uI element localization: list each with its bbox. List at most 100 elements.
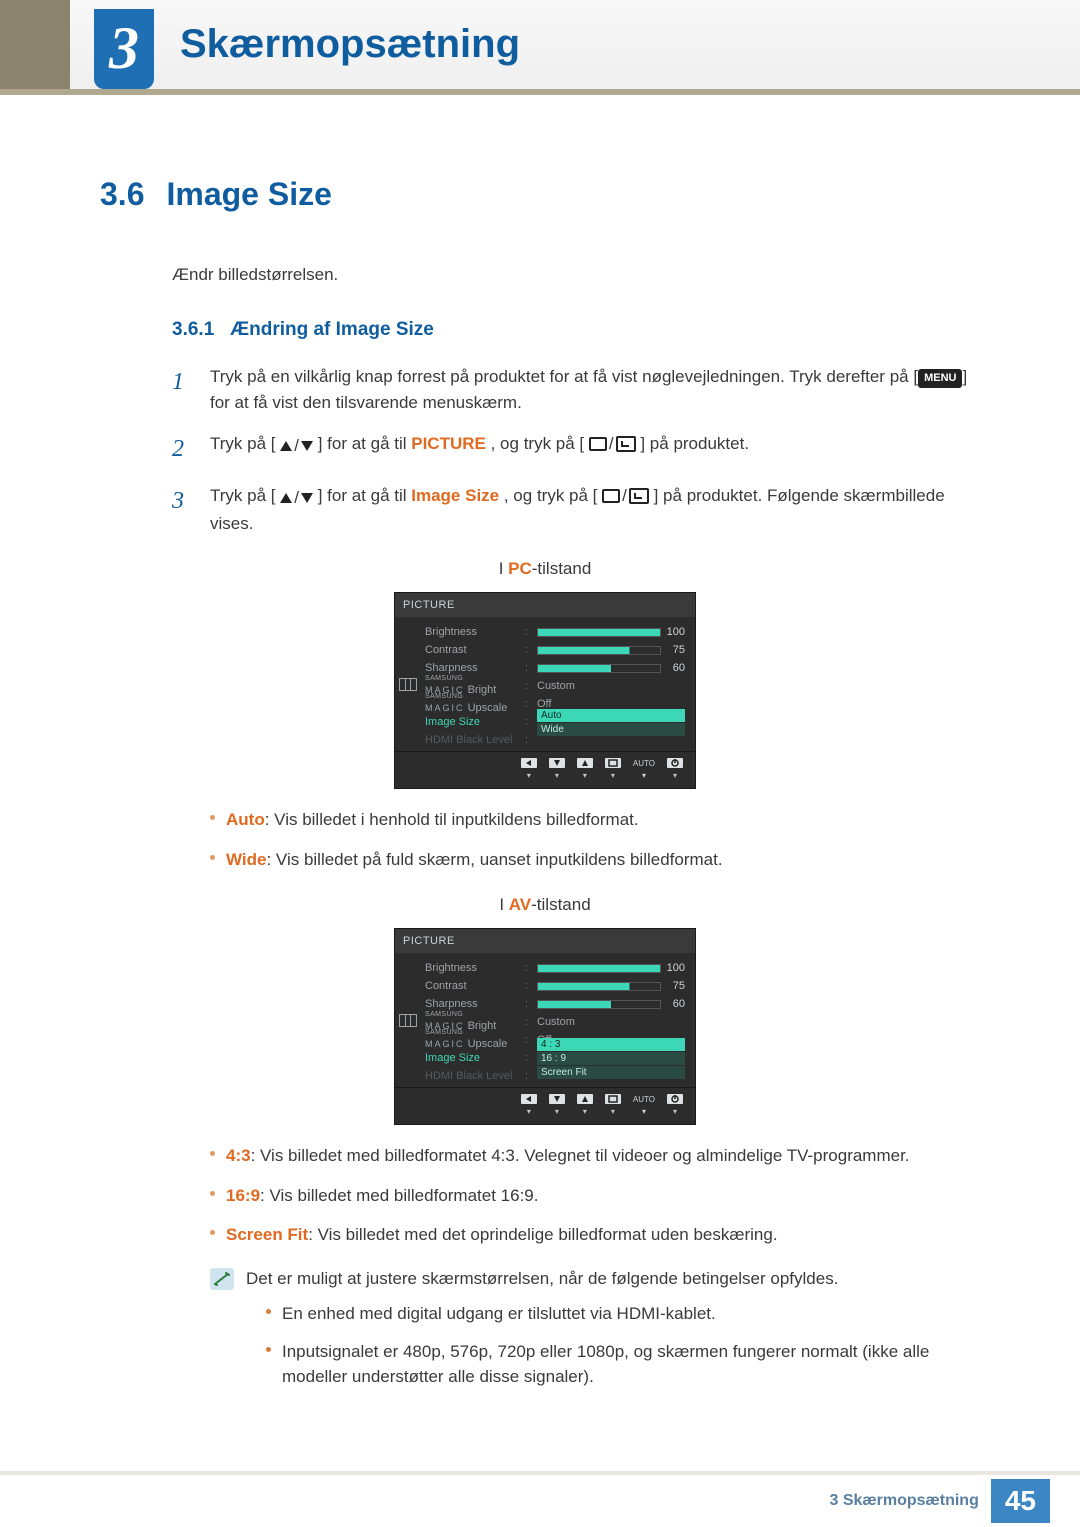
- step-3-mid2: , og tryk på [: [504, 486, 598, 505]
- step-2-post: ] på produktet.: [640, 434, 749, 453]
- note-icon: [210, 1268, 234, 1290]
- osd-value: Custom: [537, 1014, 685, 1031]
- osd-slider: 75: [537, 642, 685, 659]
- colon-icon: :: [525, 624, 531, 641]
- step-2-mid2: , og tryk på [: [491, 434, 585, 453]
- footer-page-number: 45: [991, 1479, 1050, 1523]
- osd-panel: PICTURE Brightness : 100 Contrast : 75 S…: [394, 592, 696, 790]
- osd-slider: 60: [537, 660, 685, 677]
- osd-av: PICTURE Brightness : 100 Contrast : 75 S…: [100, 928, 990, 1126]
- osd-footer-icon: [521, 1094, 537, 1104]
- aspect-icon: [399, 1014, 417, 1027]
- step-1-body: Tryk på en vilkårlig knap forrest på pro…: [210, 364, 990, 415]
- list-item: Screen Fit: Vis billedet med det oprinde…: [210, 1222, 990, 1248]
- list-item: Inputsignalet er 480p, 576p, 720p eller …: [266, 1339, 990, 1390]
- osd-slider: 60: [537, 996, 685, 1013]
- osd-label: HDMI Black Level: [425, 732, 519, 749]
- chevron-down-icon: ▾: [527, 770, 531, 782]
- caption-av-post: -tilstand: [531, 895, 591, 914]
- osd-footer: ▾ ▾ ▾ ▾ AUTO▾ ▾: [395, 751, 695, 788]
- osd-value: 100: [665, 624, 685, 641]
- bullet-text: : Vis billedet på fuld skærm, uanset inp…: [266, 850, 722, 869]
- bullet-keyword: Wide: [226, 850, 266, 869]
- osd-value: 75: [665, 978, 685, 995]
- step-number: 3: [172, 483, 194, 536]
- caption-av-pre: I: [499, 895, 508, 914]
- osd-label: Image Size: [425, 714, 519, 731]
- caption-pc: I PC-tilstand: [100, 556, 990, 582]
- chevron-down-icon: ▾: [583, 770, 587, 782]
- osd-value: 60: [665, 996, 685, 1013]
- osd-body: Brightness : 100 Contrast : 75 Sharpness…: [395, 953, 695, 1087]
- osd-footer-icon: [549, 1094, 565, 1104]
- colon-icon: :: [525, 1032, 531, 1049]
- chevron-down-icon: ▾: [642, 1106, 646, 1118]
- osd-rows: Brightness : 100 Contrast : 75 Sharpness…: [421, 953, 695, 1087]
- step-2-pre: Tryk på [: [210, 434, 276, 453]
- keyword-picture: PICTURE: [411, 434, 486, 453]
- osd-footer-auto: AUTO▾: [633, 758, 655, 782]
- subsection-heading: 3.6.1 Ændring af Image Size: [172, 316, 990, 345]
- osd-footer-button: ▾: [549, 758, 565, 782]
- caption-pc-pre: I: [499, 559, 508, 578]
- caption-pc-post: -tilstand: [532, 559, 592, 578]
- osd-footer-icon: [605, 1094, 621, 1104]
- osd-dropdown: 4 : 316 : 9Screen Fit: [537, 1038, 685, 1079]
- colon-icon: :: [525, 1068, 531, 1085]
- caption-pc-kw: PC: [508, 559, 532, 578]
- osd-row-brightness: Brightness : 100: [425, 623, 685, 641]
- osd-footer: ▾ ▾ ▾ ▾ AUTO▾ ▾: [395, 1087, 695, 1124]
- colon-icon: :: [525, 642, 531, 659]
- step-3-mid1: ] for at gå til: [318, 486, 412, 505]
- list-item: 16:9: Vis billedet med billedformatet 16…: [210, 1183, 990, 1209]
- osd-footer-button: ▾: [667, 758, 683, 782]
- osd-footer-button: ▾: [667, 1094, 683, 1118]
- chapter-title: Skærmopsætning: [180, 22, 520, 67]
- osd-row-contrast: Contrast : 75: [425, 641, 685, 659]
- aspect-icon: [399, 678, 417, 691]
- osd-footer-button: ▾: [521, 1094, 537, 1118]
- step-1: 1 Tryk på en vilkårlig knap forrest på p…: [172, 364, 990, 415]
- chevron-down-icon: ▾: [527, 1106, 531, 1118]
- content-area: 3.6 Image Size Ændr billedstørrelsen. 3.…: [100, 170, 990, 1402]
- osd-footer-icon: [667, 758, 683, 768]
- chevron-down-icon: ▾: [642, 770, 646, 782]
- osd-footer-icon: [605, 758, 621, 768]
- osd-row-image-size: Image Size : 4 : 316 : 9Screen Fit: [425, 1049, 685, 1067]
- bullet-keyword: 16:9: [226, 1186, 260, 1205]
- note-lead: Det er muligt at justere skærmstørrelsen…: [246, 1266, 990, 1292]
- osd-label: Brightness: [425, 960, 519, 977]
- osd-dropdown-item: 4 : 3: [537, 1038, 685, 1051]
- list-item: Wide: Vis billedet på fuld skærm, uanset…: [210, 847, 990, 873]
- up-down-icon: /: [280, 485, 313, 511]
- note-item-list: En enhed med digital udgang er tilslutte…: [266, 1301, 990, 1390]
- osd-dropdown-item: Auto: [537, 709, 685, 722]
- colon-icon: :: [525, 696, 531, 713]
- chevron-down-icon: ▾: [555, 1106, 559, 1118]
- colon-icon: :: [525, 714, 531, 731]
- chevron-down-icon: ▾: [611, 770, 615, 782]
- osd-dropdown-item: 16 : 9: [537, 1052, 685, 1065]
- header-band: 3 Skærmopsætning: [0, 0, 1080, 95]
- osd-slider: 100: [537, 624, 685, 641]
- osd-dropdown-item: Screen Fit: [537, 1066, 685, 1079]
- osd-row-contrast: Contrast : 75: [425, 977, 685, 995]
- osd-footer-button: ▾: [605, 1094, 621, 1118]
- section-number: 3.6: [100, 170, 144, 218]
- osd-footer-auto: AUTO▾: [633, 1094, 655, 1118]
- colon-icon: :: [525, 1050, 531, 1067]
- osd-value: Custom: [537, 678, 685, 695]
- step-2: 2 Tryk på [ / ] for at gå til PICTURE , …: [172, 431, 990, 467]
- osd-rows: Brightness : 100 Contrast : 75 Sharpness…: [421, 617, 695, 751]
- chevron-down-icon: ▾: [555, 770, 559, 782]
- osd-footer-button: ▾: [605, 758, 621, 782]
- caption-av: I AV-tilstand: [100, 892, 990, 918]
- footer-breadcrumb: 3 Skærmopsætning: [829, 1492, 978, 1510]
- caption-av-kw: AV: [509, 895, 531, 914]
- osd-aside: [395, 617, 421, 751]
- up-down-icon: /: [280, 433, 313, 459]
- section-title: Image Size: [166, 170, 331, 218]
- colon-icon: :: [525, 1014, 531, 1031]
- keyword-image-size: Image Size: [411, 486, 499, 505]
- osd-slider: 75: [537, 978, 685, 995]
